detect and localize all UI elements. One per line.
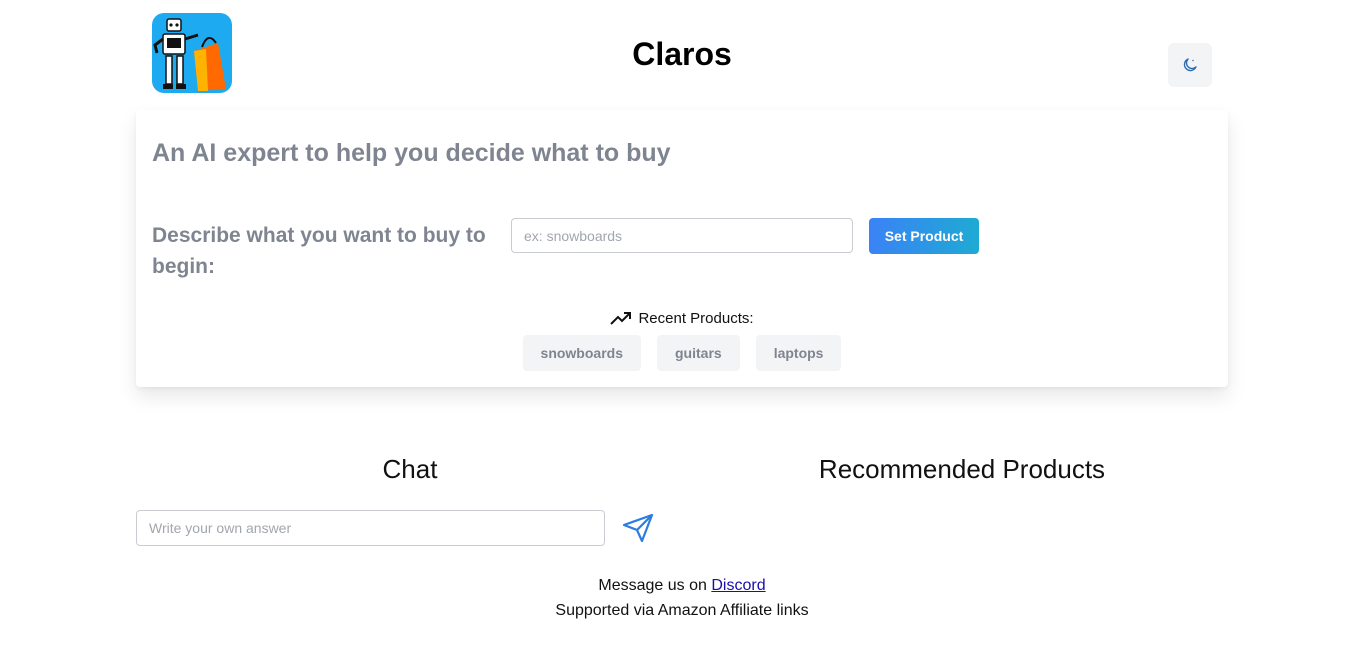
- describe-label: Describe what you want to buy to begin:: [152, 224, 486, 278]
- product-input[interactable]: [511, 218, 853, 253]
- chat-title: Chat: [382, 454, 438, 484]
- discord-link[interactable]: Discord: [711, 577, 765, 594]
- theme-toggle-button[interactable]: [1168, 43, 1212, 87]
- footer-message-prefix: Message us on: [598, 577, 712, 594]
- recent-product-snowboards[interactable]: snowboards: [522, 335, 641, 371]
- recent-products-label-row: Recent Products:: [136, 310, 1228, 327]
- footer: Message us on Discord Supported via Amaz…: [0, 573, 1364, 623]
- intro-card: An AI expert to help you decide what to …: [136, 110, 1228, 387]
- recent-product-laptops[interactable]: laptops: [755, 335, 842, 371]
- recommended-products-title: Recommended Products: [818, 454, 1106, 484]
- app-title: Claros: [632, 36, 732, 72]
- answer-input[interactable]: [136, 510, 605, 546]
- moon-icon: [1183, 58, 1197, 72]
- recent-products-label: Recent Products:: [638, 310, 754, 327]
- intro-heading: An AI expert to help you decide what to …: [152, 139, 671, 167]
- set-product-button[interactable]: Set Product: [869, 218, 979, 254]
- footer-supported-text: Supported via Amazon Affiliate links: [555, 602, 809, 619]
- send-button[interactable]: [618, 509, 658, 547]
- footer-message-line: Message us on Discord: [0, 573, 1364, 598]
- recent-product-guitars[interactable]: guitars: [657, 335, 740, 371]
- trending-up-icon: [610, 312, 632, 325]
- recent-products-list: snowboards guitars laptops: [136, 335, 1228, 371]
- send-icon: [622, 513, 654, 543]
